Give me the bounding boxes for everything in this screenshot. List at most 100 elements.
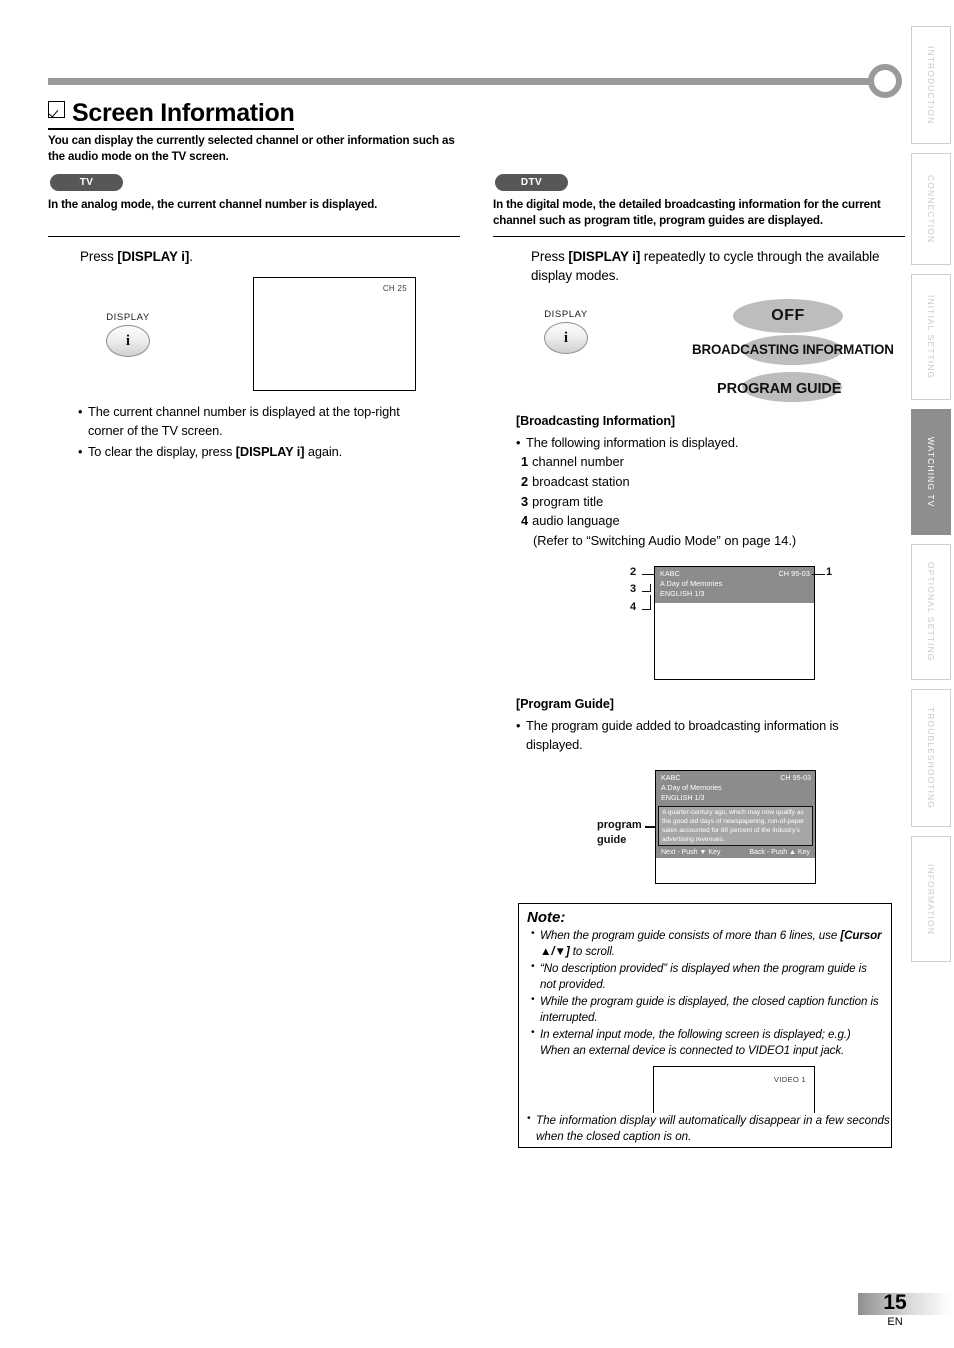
osd-pg-title: A Day of Memories — [661, 783, 722, 793]
program-guide-bullet-text: The program guide added to broadcasting … — [526, 718, 839, 753]
chapter-tab-label: INFORMATION — [926, 863, 936, 935]
cycle-mode-broadcasting-label: BROADCASTING INFORMATION — [692, 342, 894, 357]
osd-pg-station: KABC — [661, 773, 681, 782]
cycle-mode-off: OFF — [733, 299, 843, 333]
broadcasting-bullet: • The following information is displayed… — [516, 433, 896, 452]
osd-pg-audio: ENGLISH 1/3 — [661, 793, 705, 803]
display-button-digital[interactable]: DISPLAY i — [521, 309, 611, 354]
tv-screen-channel-label: CH 25 — [382, 284, 407, 293]
manual-page: INTRODUCTION CONNECTION INITIAL SETTING WAT… — [0, 0, 954, 1348]
osd-pg-next: Next - Push ▼ Key — [661, 849, 721, 857]
digital-press-prefix: Press — [531, 249, 569, 264]
osd-broadcasting-band: KABC CH 95-03 A Day of Memories ENGLISH … — [655, 567, 814, 603]
broadcasting-item: 3 program title — [521, 492, 901, 512]
checkbox-icon — [48, 101, 65, 118]
badge-dtv: DTV — [495, 174, 568, 191]
page-title-text: Screen Information — [72, 99, 295, 127]
chapter-tab-optional-setting[interactable]: OPTIONAL SETTING — [911, 544, 951, 680]
broadcasting-item-label: audio language — [532, 513, 620, 529]
osd-channel: CH 95-03 — [778, 569, 810, 578]
page-title-wrap: Screen Information — [48, 99, 478, 131]
page-number: 15 — [883, 1291, 907, 1314]
page-language: EN — [887, 1316, 903, 1328]
broadcasting-item: 4 audio language — [521, 511, 901, 531]
callout-1: 1 — [826, 566, 833, 578]
callout-3-riser — [650, 584, 652, 592]
broadcasting-subhead: [Broadcasting Information] — [516, 414, 676, 428]
callout-4-riser — [650, 595, 652, 610]
note-item: While the program guide is displayed, th… — [531, 993, 883, 1027]
digital-press-instruction: Press [DISPLAY i] repeatedly to cycle th… — [531, 247, 881, 286]
chapter-tab-label: INITIAL SETTING — [926, 294, 936, 380]
callout-1-line — [812, 574, 825, 576]
callout-3: 3 — [630, 583, 637, 595]
tv-screen-video1-label: VIDEO 1 — [773, 1075, 806, 1084]
note-item-list: When the program guide consists of more … — [531, 927, 883, 1060]
broadcasting-bullet-text: The following information is displayed. — [526, 435, 739, 450]
broadcasting-item-number: 3 — [521, 493, 529, 509]
chapter-tab-connection[interactable]: CONNECTION — [911, 153, 951, 265]
note-item: “No description provided” is displayed w… — [531, 960, 883, 994]
broadcasting-item-list: 1 channel number 2 broadcast station 3 progra… — [521, 452, 901, 551]
display-button-analog[interactable]: DISPLAY i — [83, 312, 173, 357]
separator-right — [493, 236, 905, 237]
program-guide-bullet: • The program guide added to broadcastin… — [516, 716, 846, 755]
analog-bullet-1-text: The current channel number is displayed … — [88, 404, 400, 439]
info-icon-digital[interactable]: i — [544, 322, 588, 354]
separator-left — [48, 236, 460, 237]
analog-press-instruction: Press [DISPLAY i]. — [80, 247, 430, 266]
osd-title: A Day of Memories — [660, 579, 723, 589]
chapter-tab-watching-tv[interactable]: WATCHING TV — [911, 409, 951, 535]
chapter-tab-introduction[interactable]: INTRODUCTION — [911, 26, 951, 144]
callout-2: 2 — [630, 566, 637, 578]
cycle-mode-program-guide-label: PROGRAM GUIDE — [717, 381, 842, 397]
osd-pg-footer: Next - Push ▼ Key Back - Push ▲ Key — [656, 848, 815, 859]
broadcasting-item-number: 2 — [521, 473, 529, 489]
display-button-caption-digital: DISPLAY — [544, 309, 588, 320]
analog-bullet-2-text: To clear the display, press [DISPLAY i] … — [88, 444, 343, 459]
chapter-tabs: INTRODUCTION CONNECTION INITIAL SETTING WAT… — [911, 26, 951, 971]
broadcasting-item-label: program title — [532, 493, 604, 509]
osd-audio: ENGLISH 1/3 — [660, 589, 705, 599]
chapter-tab-label: OPTIONAL SETTING — [926, 562, 936, 662]
broadcasting-item-number: 1 — [521, 454, 529, 469]
digital-description: In the digital mode, the detailed broadc… — [493, 198, 881, 228]
osd-pg-back: Back - Push ▲ Key — [749, 849, 810, 857]
osd-program-guide-screen: KABC CH 95-03 A Day of Memories ENGLISH … — [655, 770, 816, 884]
osd-pg-guide-text: A quarter-century ago, which may now qua… — [658, 805, 813, 847]
analog-bullet-2: • To clear the display, press [DISPLAY i… — [78, 442, 458, 461]
note-title: Note: — [527, 909, 566, 926]
page-title: Screen Information — [48, 99, 295, 131]
callout-2-line — [642, 574, 655, 576]
analog-press-suffix: . — [189, 249, 193, 264]
osd-broadcasting-screen: KABC CH 95-03 A Day of Memories ENGLISH … — [654, 566, 815, 680]
broadcasting-item-label: channel number — [532, 454, 624, 469]
tv-screen-analog: CH 25 — [253, 277, 416, 391]
intro-paragraph: You can display the currently selected c… — [48, 134, 455, 164]
chapter-tab-label: WATCHING TV — [926, 436, 936, 508]
badge-tv: TV — [50, 174, 123, 191]
broadcasting-item: 1 channel number — [521, 452, 901, 472]
note-item: In external input mode, the following sc… — [531, 1026, 883, 1060]
chapter-tab-initial-setting[interactable]: INITIAL SETTING — [911, 274, 951, 400]
info-icon[interactable]: i — [106, 325, 150, 357]
osd-pg-channel: CH 95-03 — [780, 773, 811, 782]
osd-pg-band: KABC CH 95-03 A Day of Memories ENGLISH … — [656, 771, 815, 806]
analog-bullet-1: • The current channel number is displaye… — [78, 402, 438, 441]
chapter-tab-information[interactable]: INFORMATION — [911, 836, 951, 962]
chapter-tab-label: CONNECTION — [926, 174, 936, 244]
chapter-tab-label: TROUBLESHOOTING — [926, 707, 936, 809]
chapter-tab-troubleshooting[interactable]: TROUBLESHOOTING — [911, 689, 951, 827]
broadcasting-item-label: broadcast station — [532, 473, 630, 489]
program-guide-subhead: [Program Guide] — [516, 697, 614, 711]
program-guide-label-line1: program — [597, 819, 642, 831]
note-item: When the program guide consists of more … — [531, 927, 883, 961]
display-button-caption: DISPLAY — [106, 312, 150, 323]
broadcasting-item-number: 4 — [521, 513, 529, 529]
tv-screen-video1: VIDEO 1 — [653, 1066, 815, 1113]
analog-press-prefix: Press — [80, 249, 118, 264]
header-rule — [48, 78, 884, 85]
header-ring-icon — [868, 64, 902, 98]
analog-description: In the analog mode, the current channel … — [48, 198, 378, 211]
broadcasting-refer-note: (Refer to “Switching Audio Mode” on page… — [533, 533, 797, 549]
